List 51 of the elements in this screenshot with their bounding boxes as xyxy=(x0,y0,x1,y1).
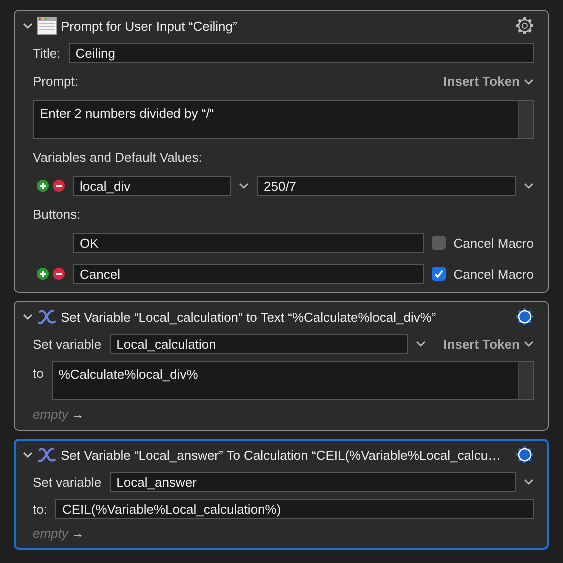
calculation-field[interactable]: CEIL(%Variable%Local_calculation%) xyxy=(55,499,534,519)
variable-name-field[interactable]: local_div xyxy=(73,176,231,196)
cancel-macro-label: Cancel Macro xyxy=(454,236,534,250)
variable-field[interactable]: Local_calculation xyxy=(110,334,408,354)
button-name-field[interactable]: OK xyxy=(73,233,424,253)
gear-icon[interactable] xyxy=(516,446,534,464)
chevron-down-icon[interactable] xyxy=(23,450,33,460)
add-icon[interactable] xyxy=(37,268,49,280)
action-title: Set Variable “Local_calculation” to Text “%Calculate%local_div%” xyxy=(61,310,438,324)
default-value-field[interactable]: 250/7 xyxy=(257,176,516,196)
variable-x-icon xyxy=(37,308,57,326)
variable-x-icon xyxy=(37,446,57,464)
text-area[interactable]: %Calculate%local_div% xyxy=(52,361,534,400)
chevron-down-icon[interactable] xyxy=(239,183,249,189)
remove-icon[interactable] xyxy=(53,180,65,192)
add-icon[interactable] xyxy=(37,180,49,192)
title-field[interactable]: Ceiling xyxy=(68,43,534,63)
window-icon xyxy=(37,17,57,35)
insert-token-menu[interactable]: Insert Token xyxy=(444,336,534,352)
chevron-down-icon[interactable] xyxy=(23,312,33,322)
prompt-label: Prompt: xyxy=(33,74,79,89)
insert-token-menu[interactable]: Insert Token xyxy=(444,74,534,89)
to-label: to: xyxy=(33,502,48,516)
chevron-down-icon[interactable] xyxy=(23,21,33,31)
action-card[interactable]: Set Variable “Local_calculation” to Text “%Calculate%local_div%” Set variable Local_calculation Insert Token to %Calculate%local_div% empty → xyxy=(14,301,549,431)
title-label: Title: xyxy=(33,46,61,60)
cancel-macro-label: Cancel Macro xyxy=(454,266,534,282)
prompt-text-area[interactable]: Enter 2 numbers divided by “/“ xyxy=(33,100,534,139)
remove-icon[interactable] xyxy=(53,268,65,280)
variable-field[interactable]: Local_answer xyxy=(110,472,516,492)
button-name-field[interactable]: Cancel xyxy=(73,264,424,284)
gear-icon[interactable] xyxy=(516,308,534,326)
set-variable-label: Set variable xyxy=(33,336,102,352)
action-title: Prompt for User Input “Ceiling” xyxy=(61,18,238,34)
next-action-link[interactable]: empty → xyxy=(33,526,534,541)
chevron-down-icon[interactable] xyxy=(524,479,534,485)
variables-label: Variables and Default Values: xyxy=(33,150,202,165)
buttons-label: Buttons: xyxy=(33,207,81,222)
set-variable-label: Set variable xyxy=(33,474,102,490)
action-card[interactable]: Set Variable “Local_answer” To Calculation “CEIL(%Variable%Local_calcu… Set variable Local_answer to: CEIL(%Variable%Local_calculation%) empty → xyxy=(14,439,549,550)
action-card[interactable]: Prompt for User Input “Ceiling” Title: Ceiling Prompt: Insert Token Enter 2 numbers divided by “/“ Variables and Default Values: local_div 250/7 Buttons: OK Cancel Macro Cancel Cancel Macro xyxy=(14,10,549,293)
to-label: to xyxy=(33,365,44,381)
gear-icon[interactable] xyxy=(516,17,534,35)
next-action-link[interactable]: empty → xyxy=(33,407,534,422)
action-title: Set Variable “Local_answer” To Calculation “CEIL(%Variable%Local_calcu… xyxy=(61,448,502,462)
chevron-down-icon[interactable] xyxy=(416,341,426,347)
chevron-down-icon[interactable] xyxy=(524,183,534,189)
chevron-down-icon[interactable] xyxy=(524,78,534,84)
checkbox[interactable] xyxy=(432,267,446,281)
checkbox[interactable] xyxy=(432,236,446,250)
chevron-down-icon[interactable] xyxy=(524,341,534,347)
